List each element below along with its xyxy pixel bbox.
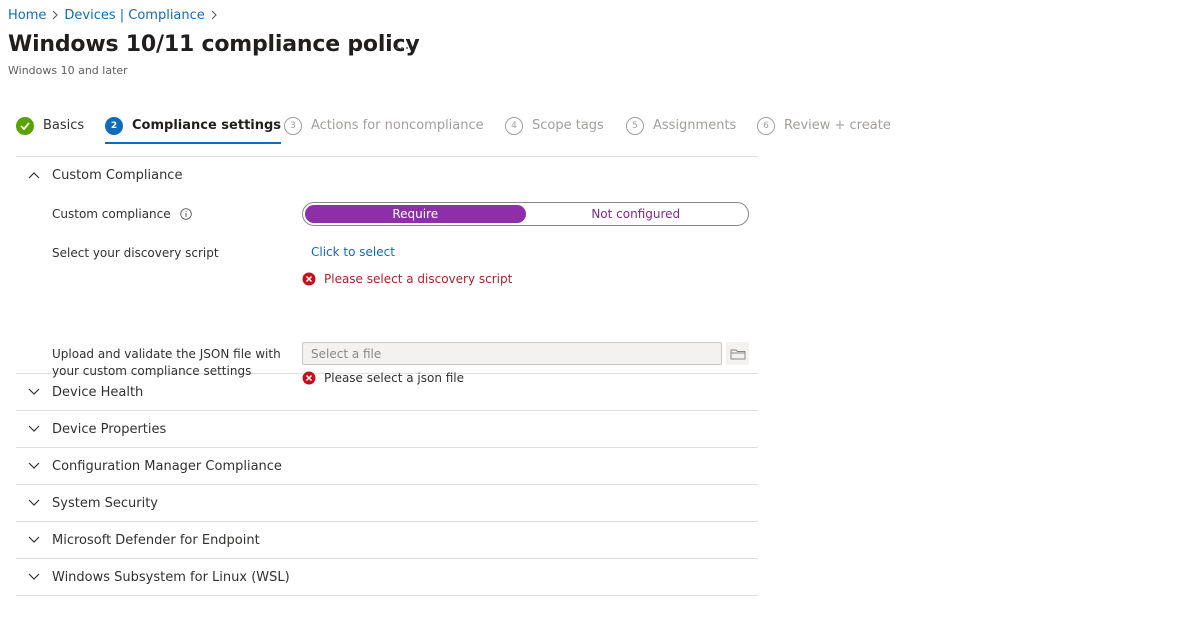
step-number-badge: 4 bbox=[505, 117, 523, 135]
json-file-input[interactable] bbox=[302, 342, 722, 365]
step-number-badge: 2 bbox=[105, 117, 123, 135]
section-header-windows-subsystem-for-linux[interactable]: Windows Subsystem for Linux (WSL) bbox=[16, 559, 758, 595]
section-system-security: System Security bbox=[16, 485, 758, 522]
select-discovery-script-link[interactable]: Click to select bbox=[311, 245, 395, 259]
json-upload-label-line: Upload and validate the JSON file with bbox=[52, 347, 281, 361]
section-title: Configuration Manager Compliance bbox=[52, 458, 282, 474]
chevron-down-icon bbox=[16, 573, 52, 581]
section-title: Microsoft Defender for Endpoint bbox=[52, 532, 260, 548]
wizard-step-label: Scope tags bbox=[532, 118, 604, 133]
wizard-step-assignments[interactable]: 5 Assignments bbox=[626, 114, 736, 144]
section-title: Device Properties bbox=[52, 421, 167, 437]
chevron-down-icon bbox=[16, 499, 52, 507]
active-step-underline bbox=[105, 142, 282, 144]
section-configuration-manager-compliance: Configuration Manager Compliance bbox=[16, 448, 758, 485]
section-title: Device Health bbox=[52, 384, 144, 400]
checkmark-circle-icon bbox=[16, 117, 34, 135]
custom-compliance-label: Custom compliance bbox=[52, 207, 171, 221]
error-circle-icon bbox=[302, 371, 316, 385]
page-title: Windows 10/11 compliance policy bbox=[8, 32, 420, 57]
wizard-step-review-create[interactable]: 6 Review + create bbox=[757, 114, 891, 144]
step-number-badge: 6 bbox=[757, 117, 775, 135]
wizard-step-label: Basics bbox=[43, 118, 85, 133]
discovery-script-error: Please select a discovery script bbox=[302, 272, 512, 286]
section-custom-compliance: Custom Compliance Custom compliance Requ… bbox=[16, 157, 758, 385]
wizard-step-label: Review + create bbox=[784, 118, 891, 133]
browse-file-button[interactable] bbox=[726, 342, 749, 365]
error-circle-icon bbox=[302, 272, 316, 286]
section-header-custom-compliance[interactable]: Custom Compliance bbox=[16, 157, 758, 193]
custom-compliance-row: Custom compliance bbox=[52, 206, 193, 223]
folder-icon bbox=[730, 349, 745, 359]
wizard-step-label: Assignments bbox=[653, 118, 737, 133]
section-windows-subsystem-for-linux: Windows Subsystem for Linux (WSL) bbox=[16, 559, 758, 596]
breadcrumb-home-link[interactable]: Home bbox=[8, 8, 46, 23]
chevron-up-icon bbox=[16, 171, 52, 179]
chevron-down-icon bbox=[16, 425, 52, 433]
more-horizontal-icon bbox=[396, 47, 408, 49]
settings-accordion: Custom Compliance Custom compliance Requ… bbox=[16, 156, 758, 596]
json-upload-label: Upload and validate the JSON file with y… bbox=[52, 346, 281, 380]
step-number-badge: 3 bbox=[284, 117, 302, 135]
discovery-script-label: Select your discovery script bbox=[52, 246, 219, 260]
section-header-device-properties[interactable]: Device Properties bbox=[16, 411, 758, 447]
wizard-step-label: Actions for noncompliance bbox=[311, 118, 484, 133]
more-options-button[interactable] bbox=[392, 38, 412, 58]
breadcrumb: Home Devices | Compliance bbox=[8, 6, 223, 24]
info-icon[interactable] bbox=[180, 207, 193, 220]
section-title: Windows Subsystem for Linux (WSL) bbox=[52, 569, 290, 585]
wizard-step-scope-tags[interactable]: 4 Scope tags bbox=[505, 114, 604, 144]
step-number-badge: 5 bbox=[626, 117, 644, 135]
chevron-down-icon bbox=[16, 462, 52, 470]
section-title: Custom Compliance bbox=[52, 167, 183, 183]
section-header-system-security[interactable]: System Security bbox=[16, 485, 758, 521]
section-header-configuration-manager-compliance[interactable]: Configuration Manager Compliance bbox=[16, 448, 758, 484]
error-message: Please select a discovery script bbox=[324, 272, 513, 286]
section-microsoft-defender-for-endpoint: Microsoft Defender for Endpoint bbox=[16, 522, 758, 559]
json-file-error: Please select a json file bbox=[302, 371, 464, 385]
section-header-microsoft-defender-for-endpoint[interactable]: Microsoft Defender for Endpoint bbox=[16, 522, 758, 558]
wizard-step-label: Compliance settings bbox=[132, 118, 282, 133]
chevron-right-icon bbox=[46, 10, 64, 20]
breadcrumb-devices-compliance-link[interactable]: Devices | Compliance bbox=[64, 8, 204, 23]
wizard-step-actions-for-noncompliance[interactable]: 3 Actions for noncompliance bbox=[284, 114, 484, 144]
wizard-step-basics[interactable]: Basics bbox=[16, 114, 84, 144]
page-subtitle: Windows 10 and later bbox=[8, 64, 128, 77]
section-title: System Security bbox=[52, 495, 158, 511]
json-upload-label-line: your custom compliance settings bbox=[52, 364, 252, 378]
chevron-down-icon bbox=[16, 388, 52, 396]
custom-compliance-body: Custom compliance Require Not configured… bbox=[16, 193, 758, 385]
toggle-option-not-configured[interactable]: Not configured bbox=[526, 205, 747, 223]
section-device-properties: Device Properties bbox=[16, 411, 758, 448]
error-message: Please select a json file bbox=[324, 371, 465, 385]
chevron-right-icon bbox=[205, 10, 223, 20]
chevron-down-icon bbox=[16, 536, 52, 544]
custom-compliance-toggle: Require Not configured bbox=[302, 202, 749, 226]
toggle-option-require[interactable]: Require bbox=[305, 205, 526, 223]
wizard-step-compliance-settings[interactable]: 2 Compliance settings bbox=[105, 114, 282, 144]
